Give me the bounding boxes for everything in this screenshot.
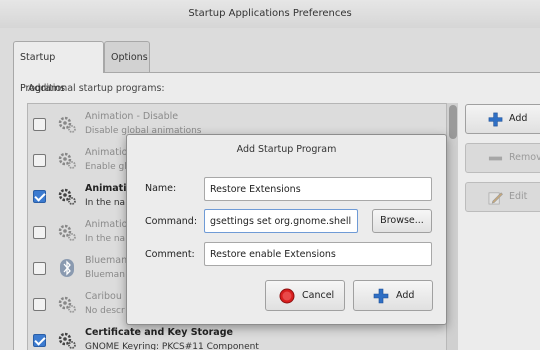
- program-description: In the na: [85, 234, 126, 244]
- command-label: Command:: [145, 216, 198, 227]
- program-name: Blueman: [85, 255, 128, 266]
- remove-button[interactable]: Remove: [465, 143, 540, 173]
- enable-checkbox[interactable]: [33, 262, 46, 275]
- add-button-label: Add: [509, 113, 528, 124]
- enable-checkbox[interactable]: [33, 334, 46, 347]
- gears-icon: [58, 188, 76, 205]
- edit-button[interactable]: Edit: [465, 182, 540, 212]
- tab-startup-programs[interactable]: Startup Programs: [13, 41, 104, 94]
- browse-button[interactable]: Browse...: [372, 209, 432, 233]
- program-description: GNOME Keyring: PKCS#11 Component: [85, 342, 259, 350]
- program-name: Certificate and Key Storage: [85, 327, 233, 338]
- program-description: In the na: [85, 198, 126, 208]
- scrollbar-thumb[interactable]: [449, 105, 457, 139]
- gears-icon: [58, 152, 76, 169]
- gears-icon: [58, 224, 76, 241]
- enable-checkbox[interactable]: [33, 190, 46, 203]
- window-titlebar: Startup Applications Preferences: [0, 0, 540, 28]
- window-title: Startup Applications Preferences: [188, 8, 352, 19]
- list-scrollbar[interactable]: [446, 103, 458, 350]
- plus-icon: [488, 112, 503, 127]
- tab-options[interactable]: Options: [104, 41, 150, 72]
- edit-button-label: Edit: [509, 191, 528, 202]
- program-name: Animatio: [85, 147, 128, 158]
- cancel-button-label: Cancel: [302, 290, 335, 301]
- edit-icon: [488, 192, 503, 205]
- enable-checkbox[interactable]: [33, 298, 46, 311]
- enable-checkbox[interactable]: [33, 154, 46, 167]
- name-field[interactable]: [204, 177, 432, 201]
- plus-icon: [373, 288, 389, 304]
- name-label: Name:: [145, 183, 177, 194]
- bluetooth-icon: [60, 259, 74, 277]
- comment-field[interactable]: [204, 242, 432, 266]
- program-name: Animatio: [85, 219, 128, 230]
- stop-icon: [279, 288, 295, 304]
- program-name: Caribou: [85, 291, 122, 302]
- dialog-add-button[interactable]: Add: [353, 280, 433, 311]
- remove-button-label: Remove: [509, 152, 540, 163]
- gears-icon: [58, 116, 76, 133]
- dialog-title: Add Startup Program: [236, 144, 337, 155]
- enable-checkbox[interactable]: [33, 118, 46, 131]
- program-description: Blueman: [85, 270, 125, 280]
- minus-icon: [488, 156, 503, 161]
- gears-icon: [58, 296, 76, 313]
- add-startup-program-dialog: Add Startup Program Name: Command: Brows…: [126, 134, 447, 325]
- list-item[interactable]: Certificate and Key Storage GNOME Keyrin…: [28, 322, 446, 350]
- command-field[interactable]: [204, 209, 358, 233]
- comment-label: Comment:: [145, 249, 195, 260]
- enable-checkbox[interactable]: [33, 226, 46, 239]
- gears-icon: [58, 332, 76, 349]
- add-button[interactable]: Add: [465, 104, 540, 134]
- cancel-button[interactable]: Cancel: [265, 280, 345, 311]
- program-description: Enable gl: [85, 162, 127, 172]
- dialog-add-button-label: Add: [396, 290, 415, 301]
- program-description: No descr: [85, 306, 125, 316]
- program-name: Animation - Disable: [85, 111, 179, 122]
